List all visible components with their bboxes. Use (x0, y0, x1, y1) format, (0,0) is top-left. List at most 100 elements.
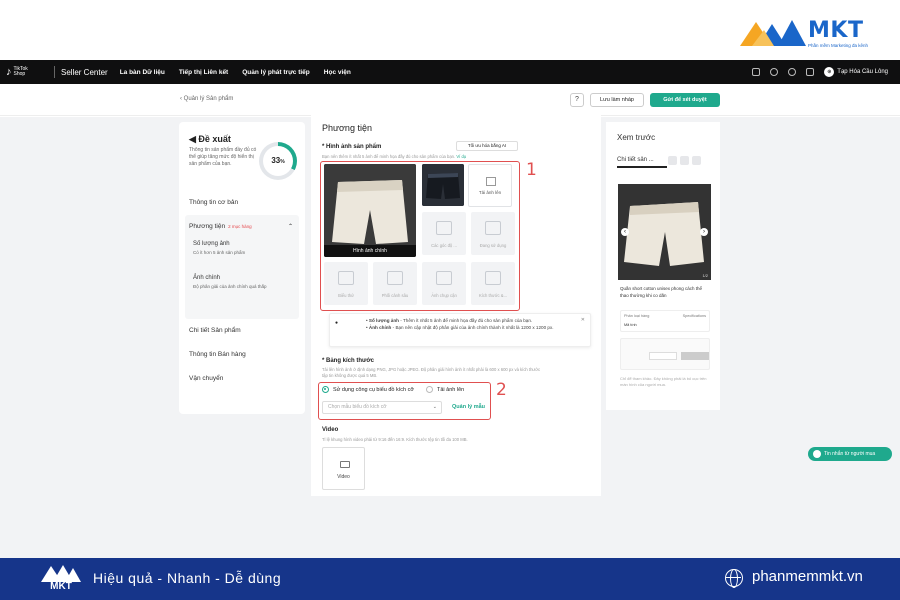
preview-product-name: Quần short cotton unisex phong cách thể … (620, 286, 703, 298)
help-button[interactable]: ? (570, 93, 584, 107)
nav-product-detail[interactable]: Chi tiết Sản phẩm (189, 327, 241, 334)
preview-buy-button (681, 352, 709, 360)
media-section[interactable]: Phương tiện 2 mục hàng ⌃ Số lượng ảnh Có … (185, 215, 299, 319)
divider (54, 66, 55, 78)
tiktok-note-icon: ♪ (6, 66, 12, 78)
video-label: Video (337, 474, 350, 480)
qty-title: Số lượng ảnh (193, 241, 230, 247)
nav-academy[interactable]: Học viện (324, 69, 351, 76)
seller-center-title[interactable]: Seller Center (61, 68, 108, 77)
lock-icon[interactable] (668, 156, 677, 165)
size-chart-title: * Bảng kích thước (322, 358, 374, 364)
media-badge: 2 mục hàng (228, 224, 252, 229)
annotation-number-1: 1 (526, 160, 537, 180)
annotation-box-1 (320, 161, 520, 311)
specs-label: Specifications (682, 314, 706, 318)
video-desc: Tỉ lệ khung hình video phải từ 9:16 đến … (322, 437, 468, 442)
submit-review-button[interactable]: Gửi để xét duyệt (650, 93, 720, 107)
tip-qty-label: Số lượng ảnh (368, 318, 399, 323)
images-title: * Hình ảnh sản phẩm (322, 144, 382, 150)
mkt-mountain-icon (41, 565, 81, 582)
main-img-desc: Độ phân giải của ảnh chính quá thấp (193, 284, 267, 289)
bell-icon[interactable] (788, 68, 797, 76)
footer-slogan: Hiệu quả - Nhanh - Dễ dùng (93, 570, 282, 586)
qty-desc: Có ít hơn 5 ảnh sản phẩm (193, 250, 246, 255)
variation-label: Phân loại hàng (624, 314, 650, 318)
chevron-up-icon[interactable]: ⌃ (288, 223, 293, 230)
mkt-logo-mark-icon (740, 20, 806, 46)
image-tips-box: ● ✕ • Số lượng ảnh - Thêm ít nhất 5 ảnh … (329, 313, 591, 347)
media-label: Phương tiện (189, 223, 226, 230)
section-title: Phương tiện (322, 123, 372, 133)
mkt-logo: MKT Phần mềm Marketing đa kênh (738, 14, 888, 54)
top-nav-bar: ♪ TikTok Shop Seller Center La bàn Dữ liệ… (0, 60, 900, 84)
footer-logo: MKT (38, 562, 84, 596)
score-number: 33 (271, 156, 281, 165)
nav-sales-info[interactable]: Thông tin Bán hàng (189, 351, 246, 358)
suggestion-title-text: Đề xuất (198, 134, 231, 144)
footer-website[interactable]: phanmemmkt.vn (752, 568, 863, 585)
user-menu[interactable]: ⊕ Tạp Hóa Cầu Lông (824, 67, 888, 77)
info-icon: ● (335, 320, 339, 326)
nav-live[interactable]: Quản lý phát trực tiếp (242, 69, 310, 76)
phone-icon[interactable] (752, 68, 761, 76)
chevron-left-icon[interactable]: ‹ (621, 228, 629, 236)
shorts-preview-icon (618, 184, 711, 280)
video-icon (340, 461, 350, 468)
image-count: 1/2 (702, 273, 708, 278)
annotation-box-2 (318, 382, 491, 420)
preview-device-toggle (668, 156, 701, 165)
tip-main: • Ảnh chính - Bạn nên cập nhật độ phân g… (366, 325, 554, 330)
nav-data-compass[interactable]: La bàn Dữ liệu (120, 69, 165, 76)
tip-qty: • Số lượng ảnh - Thêm ít nhất 5 ảnh để m… (366, 318, 533, 323)
preview-variation-card: Phân loại hàng Specifications Mã tính (620, 310, 710, 332)
save-draft-button[interactable]: Lưu làm nháp (590, 93, 644, 107)
buyer-messages-button[interactable]: Tin nhắn từ người mua (808, 447, 892, 461)
desktop-icon[interactable] (680, 156, 689, 165)
tiktok-shop-logo[interactable]: ♪ TikTok Shop (6, 66, 48, 78)
preview-tab-detail[interactable]: Chi tiết sản ... (617, 157, 654, 163)
close-icon[interactable]: ✕ (581, 317, 585, 323)
images-desc: Bạn nên thêm ít nhất 5 ảnh để minh họa đ… (322, 154, 466, 159)
preview-title: Xem trước (617, 133, 656, 142)
nav-shipping[interactable]: Vận chuyển (189, 375, 223, 382)
video-upload-tile[interactable]: Video (322, 447, 365, 490)
preview-note: Chỉ để tham khảo. Đây không phải là bố c… (620, 376, 707, 387)
back-link[interactable]: ‹ Quản lý Sản phẩm (180, 96, 233, 102)
score-value: 33% (263, 146, 293, 176)
preview-buy-card (620, 338, 710, 370)
variation-value: Mã tính (624, 323, 637, 327)
main-img-title: Ảnh chính (193, 275, 221, 281)
avatar: ⊕ (824, 67, 835, 77)
message-icon[interactable] (806, 68, 815, 76)
tip-main-label: Ảnh chính (368, 325, 392, 330)
logo-line2: Shop (13, 71, 26, 77)
refresh-icon[interactable] (770, 68, 779, 76)
size-desc-2: tập tin không được quá 5 MB. (322, 373, 378, 378)
nav-basic-info[interactable]: Thông tin cơ bản (189, 199, 238, 206)
chevron-right-icon[interactable]: › (700, 228, 708, 236)
tip-main-text: - Bạn nên cập nhật độ phân giải của ảnh … (391, 325, 554, 330)
user-name: Tạp Hóa Cầu Lông (837, 69, 888, 75)
brand-tagline: Phần mềm Marketing đa kênh (808, 43, 869, 48)
example-link[interactable]: Ví dụ (456, 154, 466, 159)
nav-affiliate[interactable]: Tiếp thị Liên kết (179, 69, 228, 76)
suggestion-desc: Thông tin sản phẩm đầy đủ có thể giúp tă… (189, 147, 257, 167)
media-heading: Phương tiện 2 mục hàng (189, 223, 252, 230)
tab-underline (617, 166, 667, 168)
mobile-icon[interactable] (692, 156, 701, 165)
images-desc-text: Bạn nên thêm ít nhất 5 ảnh để minh họa đ… (322, 154, 456, 159)
footer-banner: MKT Hiệu quả - Nhanh - Dễ dùng phanmemmk… (0, 558, 900, 600)
preview-panel: Xem trước Chi tiết sản ... ‹ › 1/2 Quần … (606, 122, 720, 410)
preview-image: ‹ › 1/2 (618, 184, 711, 280)
footer-logo-text: MKT (50, 581, 72, 592)
video-title: Video (322, 427, 339, 433)
size-desc-1: Tải lên hình ảnh ở định dạng PNG, JPG ho… (322, 367, 541, 372)
globe-icon (725, 569, 743, 588)
suggestion-panel: ◀ Đề xuất Thông tin sản phẩm đầy đủ có t… (179, 122, 305, 414)
suggestion-title: ◀ Đề xuất (189, 134, 231, 144)
ai-optimize-button[interactable]: Tối ưu hóa bằng AI (456, 141, 518, 151)
score-ring: 33% (259, 142, 297, 180)
brand-name: MKT (808, 18, 864, 43)
preview-cart-button (649, 352, 677, 360)
